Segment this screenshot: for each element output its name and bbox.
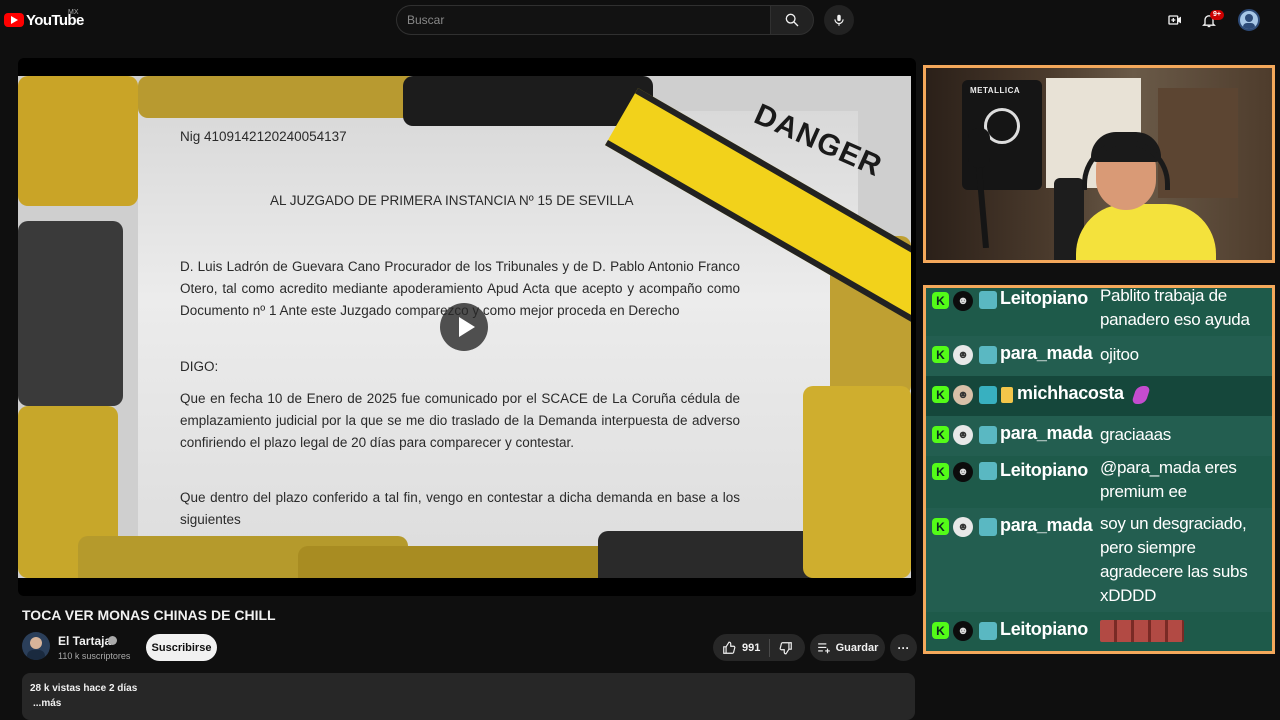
- save-playlist-icon: [817, 642, 830, 653]
- og-badge-icon: [979, 386, 997, 404]
- chat-message: K ☻ para_mada graciaaas: [926, 416, 1272, 456]
- create-video-icon: [1168, 15, 1181, 25]
- user-avatar-icon: ☻: [953, 291, 973, 311]
- chat-username: para_mada: [1000, 423, 1093, 443]
- subscribe-button[interactable]: Suscribirse: [146, 634, 217, 661]
- barrel-bottom-mid: [298, 546, 608, 578]
- chat-text: @para_mada eres premium ee: [1100, 458, 1237, 501]
- account-avatar-icon: [1243, 14, 1255, 29]
- chat-message: K ☻ para_mada soy un desgraciado, pero s…: [926, 508, 1272, 612]
- like-dislike-group: 991: [713, 634, 805, 661]
- microphone-arm-icon: [968, 128, 990, 248]
- channel-avatar[interactable]: [22, 632, 50, 660]
- search-input[interactable]: [396, 5, 770, 35]
- kick-badge-icon: K: [932, 463, 949, 480]
- webcam-streamer-shirt: [1076, 204, 1216, 260]
- like-count: 991: [742, 641, 761, 654]
- search-bar: [396, 5, 814, 35]
- barrel-top: [138, 76, 418, 118]
- document-nig: Nig 4109142120240054137: [180, 129, 347, 144]
- kick-badge-icon: K: [932, 346, 949, 363]
- create-button[interactable]: [1165, 10, 1185, 30]
- chat-text: soy un desgraciado, pero siempre agradec…: [1100, 514, 1248, 605]
- save-label: Guardar: [835, 641, 879, 654]
- chat-username: Leitopiano: [1000, 288, 1088, 308]
- user-avatar-icon: ☻: [953, 462, 973, 482]
- chat-username: para_mada: [1000, 343, 1093, 363]
- barrel-right-yellow: [803, 386, 911, 578]
- chat-message: K ☻ michhacosta: [926, 376, 1272, 416]
- gift-badge-icon: [1001, 387, 1013, 403]
- subscriber-badge-icon: [979, 518, 997, 536]
- webcam-overlay: METALLICA: [923, 65, 1275, 263]
- chat-overlay: K ☻ Leitopiano Pablito trabaja de panade…: [923, 285, 1275, 654]
- subscriber-badge-icon: [979, 426, 997, 444]
- subscriber-badge-icon: [979, 346, 997, 364]
- subscriber-badge-icon: [979, 291, 997, 309]
- video-title: TOCA VER MONAS CHINAS DE CHILL: [22, 607, 276, 623]
- chat-username: Leitopiano: [1000, 619, 1088, 639]
- verified-icon: [108, 636, 117, 645]
- kick-badge-icon: K: [932, 426, 949, 443]
- play-button[interactable]: [440, 303, 488, 351]
- emote-icon: [1100, 620, 1184, 642]
- description-meta: 28 k vistas hace 2 días: [30, 683, 138, 694]
- user-avatar-icon: ☻: [953, 385, 973, 405]
- document-paragraph-2: Que en fecha 10 de Enero de 2025 fue com…: [180, 391, 740, 450]
- chat-message: K ☻ Leitopiano @para_mada eres premium e…: [926, 456, 1272, 508]
- mic-icon: [834, 14, 844, 26]
- kick-badge-icon: K: [932, 386, 949, 403]
- notification-badge: 9+: [1210, 10, 1224, 20]
- video-frame: Nig 4109142120240054137 AL JUZGADO DE PR…: [18, 76, 911, 578]
- barrel-black-top: [403, 76, 653, 126]
- chat-message: K ☻ para_mada ojitoo: [926, 336, 1272, 376]
- chat-message: K ☻ Leitopiano: [926, 612, 1272, 651]
- chat-username: michhacosta: [1017, 383, 1124, 403]
- description-more-link[interactable]: ...más: [33, 698, 907, 709]
- chat-text: Pablito trabaja de panadero eso ayuda: [1100, 286, 1250, 329]
- dislike-button[interactable]: [770, 634, 793, 661]
- like-button[interactable]: 991: [713, 634, 760, 661]
- voice-search-button[interactable]: [824, 5, 854, 35]
- more-actions-button[interactable]: ···: [890, 634, 917, 661]
- chat-message: K ☻ Leitopiano Pablito trabaja de panade…: [926, 288, 1272, 336]
- chat-text: ojitoo: [1100, 345, 1139, 364]
- channel-name[interactable]: El Tartaja: [58, 634, 111, 648]
- barrel-top-left: [18, 76, 138, 206]
- top-bar: YouTube MX 9+: [0, 0, 1280, 40]
- barrel-bottom-black: [598, 531, 838, 578]
- document-digo: DIGO:: [180, 359, 219, 374]
- barrel-left-black: [18, 221, 123, 406]
- youtube-logo-icon: [4, 13, 24, 27]
- user-avatar-icon: ☻: [953, 621, 973, 641]
- user-avatar-icon: ☻: [953, 517, 973, 537]
- webcam-furniture: [1158, 88, 1238, 198]
- description-box[interactable]: 28 k vistas hace 2 días ...más: [22, 673, 915, 720]
- webcam-poster-text: METALLICA: [970, 86, 1021, 95]
- user-avatar-icon: ☻: [953, 345, 973, 365]
- save-button[interactable]: Guardar: [810, 634, 885, 661]
- kick-badge-icon: K: [932, 292, 949, 309]
- kick-badge-icon: K: [932, 622, 949, 639]
- dislike-icon: [779, 641, 793, 654]
- document-paragraph-3: Que dentro del plazo conferido a tal fin…: [180, 490, 740, 527]
- subscriber-count: 110 k suscriptores: [58, 651, 131, 661]
- subscriber-badge-icon: [979, 462, 997, 480]
- country-code: MX: [68, 9, 79, 16]
- kick-badge-icon: K: [932, 518, 949, 535]
- chat-username: Leitopiano: [1000, 460, 1088, 480]
- video-player[interactable]: Nig 4109142120240054137 AL JUZGADO DE PR…: [18, 58, 916, 596]
- search-icon: [785, 13, 799, 27]
- chat-username: para_mada: [1000, 515, 1093, 535]
- emote-icon: [1128, 386, 1151, 404]
- user-avatar-icon: ☻: [953, 425, 973, 445]
- account-avatar[interactable]: [1238, 9, 1260, 31]
- channel-avatar-icon: [27, 637, 45, 660]
- search-button[interactable]: [770, 5, 814, 35]
- document-heading: AL JUZGADO DE PRIMERA INSTANCIA Nº 15 DE…: [270, 193, 634, 208]
- subscriber-badge-icon: [979, 622, 997, 640]
- chat-text: graciaaas: [1100, 425, 1172, 444]
- like-icon: [723, 641, 736, 654]
